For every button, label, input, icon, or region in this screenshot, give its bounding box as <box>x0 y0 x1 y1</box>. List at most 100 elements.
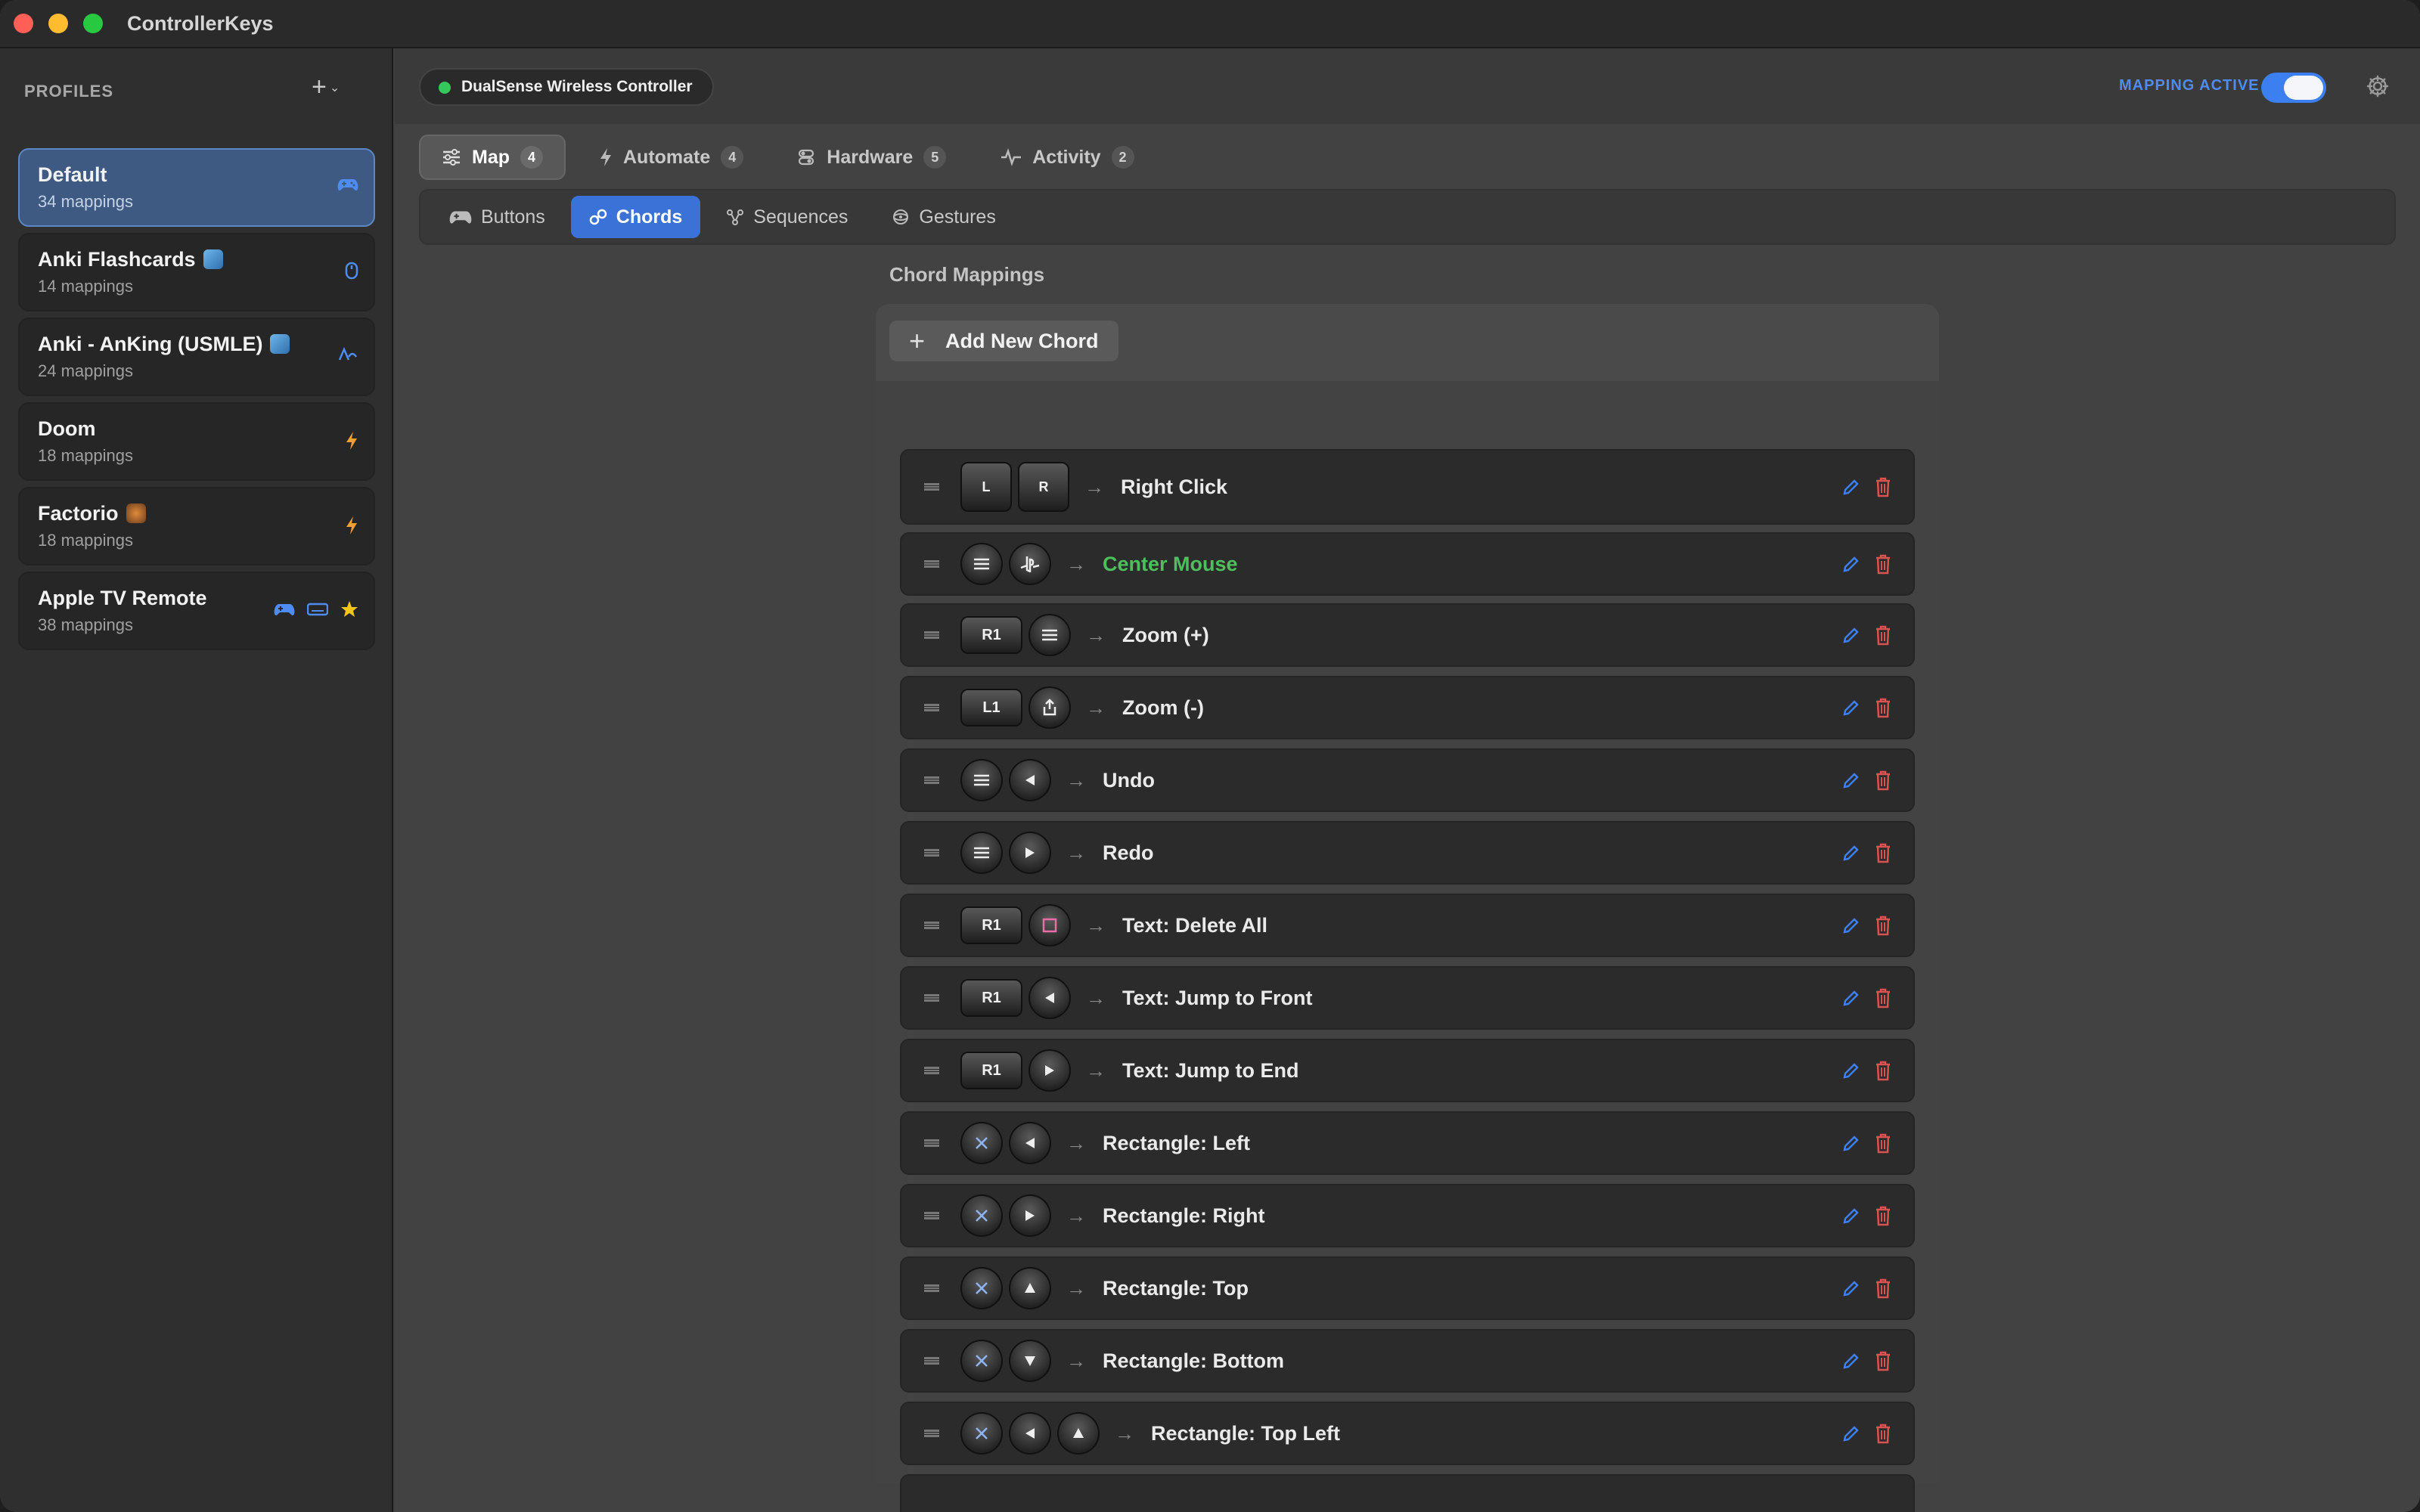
profile-count: 38 mappings <box>38 615 133 634</box>
add-profile-button[interactable]: + ⌄ <box>312 74 340 100</box>
menu-lines-icon <box>974 558 989 570</box>
chord-action: Rectangle: Top Left <box>1151 1421 1341 1445</box>
left-stick-button: L <box>960 462 1012 512</box>
chord-row[interactable]: → Rectangle: Top <box>900 1256 1915 1320</box>
delete-trash-icon[interactable] <box>1874 915 1892 936</box>
delete-trash-icon[interactable] <box>1874 1205 1892 1226</box>
drag-handle-icon[interactable] <box>924 1284 939 1292</box>
subtab-chords[interactable]: Chords <box>570 196 701 238</box>
window-minimize-button[interactable] <box>48 14 68 33</box>
drag-handle-icon[interactable] <box>924 1212 939 1219</box>
subtab-gestures[interactable]: Gestures <box>873 196 1013 238</box>
drag-handle-icon[interactable] <box>924 776 939 784</box>
add-new-chord-button[interactable]: + Add New Chord <box>889 321 1118 361</box>
settings-gear-icon[interactable] <box>2366 74 2390 98</box>
profile-anki-flashcards[interactable]: Anki Flashcards 14 mappings <box>18 233 375 311</box>
drag-handle-icon[interactable] <box>924 631 939 639</box>
mouse-icon <box>345 262 358 280</box>
delete-trash-icon[interactable] <box>1874 987 1892 1009</box>
drag-handle-icon[interactable] <box>924 483 939 491</box>
tab-map[interactable]: Map 4 <box>419 135 566 180</box>
edit-pencil-icon[interactable] <box>1842 844 1860 862</box>
chord-row[interactable]: L1 → Zoom (-) <box>900 676 1915 739</box>
chord-row[interactable]: → Rectangle: Left <box>900 1111 1915 1175</box>
drag-handle-icon[interactable] <box>924 560 939 568</box>
gyro-icon <box>893 209 909 225</box>
drag-handle-icon[interactable] <box>924 1139 939 1147</box>
triangle-left-icon <box>1045 993 1054 1003</box>
edit-pencil-icon[interactable] <box>1842 699 1860 717</box>
delete-trash-icon[interactable] <box>1874 1060 1892 1081</box>
delete-trash-icon[interactable] <box>1874 1350 1892 1371</box>
drag-handle-icon[interactable] <box>924 704 939 711</box>
tab-automate[interactable]: Automate 4 <box>578 135 765 180</box>
tab-label: Activity <box>1032 146 1101 168</box>
profile-doom[interactable]: Doom 18 mappings <box>18 402 375 481</box>
drag-handle-icon[interactable] <box>924 849 939 857</box>
profile-anki-anking[interactable]: Anki - AnKing (USMLE) 24 mappings <box>18 318 375 396</box>
chord-row[interactable]: → Rectangle: Right <box>900 1184 1915 1247</box>
chord-row[interactable]: L R → Right Click <box>900 449 1915 525</box>
drag-handle-icon[interactable] <box>924 1067 939 1074</box>
delete-trash-icon[interactable] <box>1874 770 1892 791</box>
delete-trash-icon[interactable] <box>1874 1132 1892 1154</box>
delete-trash-icon[interactable] <box>1874 842 1892 863</box>
delete-trash-icon[interactable] <box>1874 476 1892 497</box>
tab-hardware[interactable]: Hardware 5 <box>777 135 967 180</box>
tab-count-badge: 4 <box>721 146 744 169</box>
tab-label: Map <box>472 146 510 168</box>
chord-row[interactable]: R1 → Text: Jump to Front <box>900 966 1915 1030</box>
chord-row[interactable]: → Rectangle: Bottom <box>900 1329 1915 1393</box>
window-close-button[interactable] <box>14 14 33 33</box>
tab-activity[interactable]: Activity 2 <box>979 135 1155 180</box>
subtab-buttons[interactable]: Buttons <box>431 196 563 238</box>
profile-count: 24 mappings <box>38 361 133 380</box>
delete-trash-icon[interactable] <box>1874 1423 1892 1444</box>
arrow-right-icon: → <box>1086 696 1106 719</box>
button-label: R1 <box>982 1061 1001 1079</box>
arrow-right-icon: → <box>1066 768 1086 792</box>
delete-trash-icon[interactable] <box>1874 624 1892 646</box>
profile-factorio[interactable]: Factorio 18 mappings <box>18 487 375 565</box>
chord-action: Redo <box>1103 841 1154 864</box>
chord-row[interactable]: → Center Mouse <box>900 532 1915 596</box>
edit-pencil-icon[interactable] <box>1842 1279 1860 1297</box>
edit-pencil-icon[interactable] <box>1842 771 1860 789</box>
connected-status-dot <box>439 82 451 94</box>
window-zoom-button[interactable] <box>83 14 103 33</box>
chord-row[interactable]: R1 → Zoom (+) <box>900 603 1915 667</box>
chord-row[interactable]: → Undo <box>900 748 1915 812</box>
button-label: R <box>1038 479 1049 494</box>
drag-handle-icon[interactable] <box>924 1357 939 1365</box>
cross-icon <box>976 1355 988 1367</box>
edit-pencil-icon[interactable] <box>1842 478 1860 496</box>
chord-row[interactable]: → Rectangle: Top Left <box>900 1402 1915 1465</box>
device-status-pill[interactable]: DualSense Wireless Controller <box>419 68 714 106</box>
edit-pencil-icon[interactable] <box>1842 1424 1860 1442</box>
profile-default[interactable]: Default 34 mappings <box>18 148 375 227</box>
edit-pencil-icon[interactable] <box>1842 555 1860 573</box>
delete-trash-icon[interactable] <box>1874 1278 1892 1299</box>
delete-trash-icon[interactable] <box>1874 553 1892 575</box>
edit-pencil-icon[interactable] <box>1842 1061 1860 1080</box>
triangle-right-icon <box>1045 1065 1054 1076</box>
chord-row[interactable]: R1 → Text: Jump to End <box>900 1039 1915 1102</box>
edit-pencil-icon[interactable] <box>1842 626 1860 644</box>
edit-pencil-icon[interactable] <box>1842 1134 1860 1152</box>
profile-apple-tv-remote[interactable]: Apple TV Remote 38 mappings <box>18 572 375 650</box>
mapping-active-toggle[interactable] <box>2261 73 2326 103</box>
edit-pencil-icon[interactable] <box>1842 1207 1860 1225</box>
edit-pencil-icon[interactable] <box>1842 989 1860 1007</box>
edit-pencil-icon[interactable] <box>1842 916 1860 934</box>
chord-row[interactable]: R1 → Text: Delete All <box>900 894 1915 957</box>
chord-row[interactable]: → Redo <box>900 821 1915 885</box>
subtab-sequences[interactable]: Sequences <box>708 196 866 238</box>
edit-pencil-icon[interactable] <box>1842 1352 1860 1370</box>
menu-lines-icon <box>974 847 989 859</box>
tab-label: Automate <box>623 146 711 168</box>
chord-row-partial[interactable] <box>900 1474 1915 1512</box>
drag-handle-icon[interactable] <box>924 1430 939 1437</box>
delete-trash-icon[interactable] <box>1874 697 1892 718</box>
drag-handle-icon[interactable] <box>924 994 939 1002</box>
drag-handle-icon[interactable] <box>924 922 939 929</box>
